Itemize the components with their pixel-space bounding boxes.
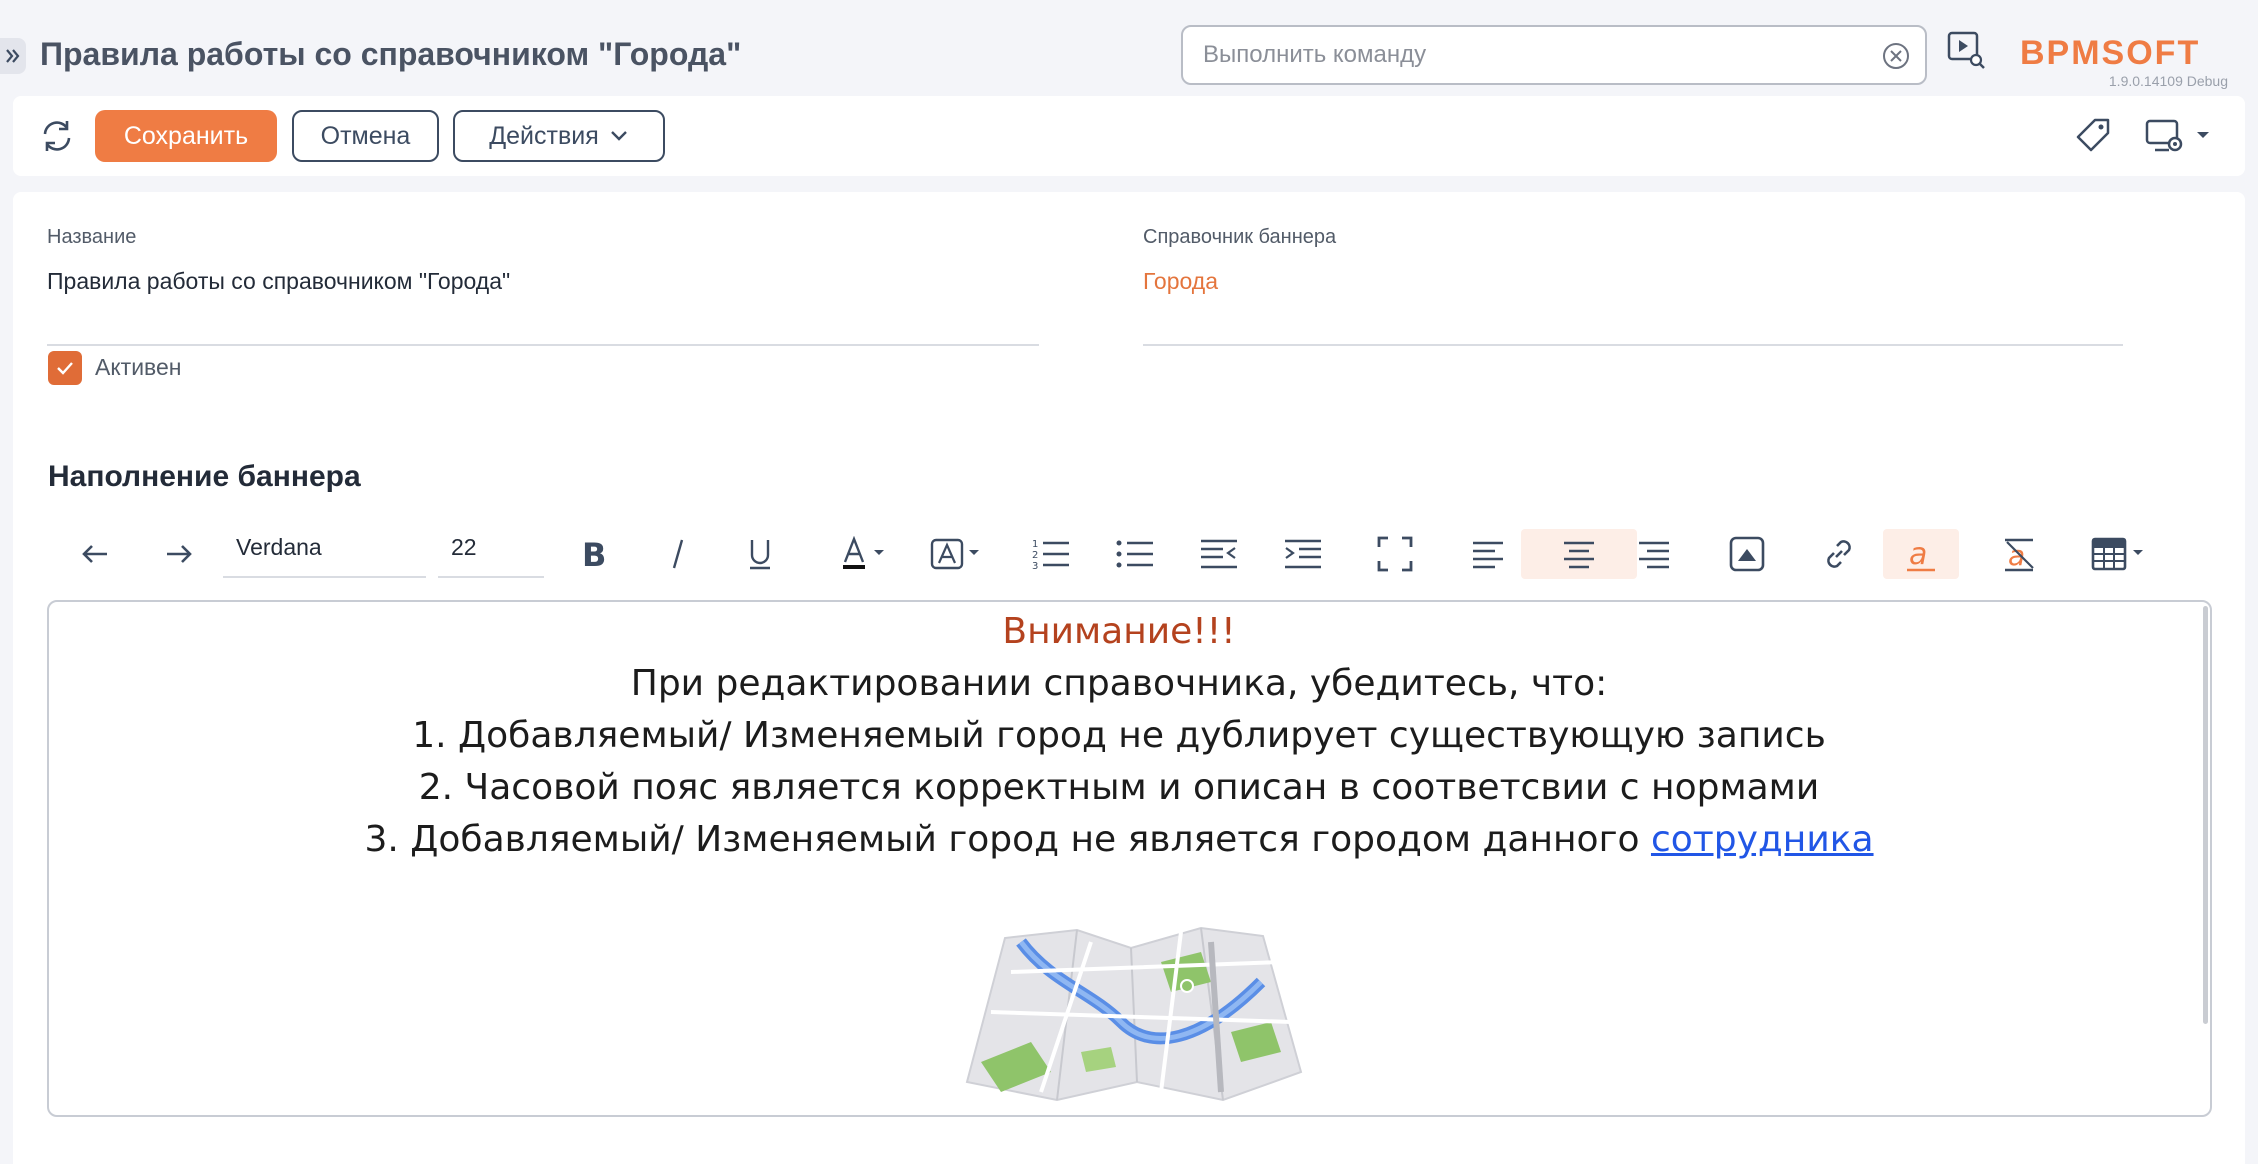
background-color-icon bbox=[930, 538, 979, 570]
outdent-button[interactable] bbox=[1189, 529, 1249, 579]
align-left-icon bbox=[1473, 541, 1503, 569]
map-image bbox=[965, 926, 1303, 1102]
indent-icon bbox=[1285, 539, 1321, 569]
outdent-icon bbox=[1201, 539, 1237, 569]
font-color-button[interactable] bbox=[833, 529, 905, 579]
clear-format-icon: a bbox=[2005, 538, 2034, 572]
warning-line: Внимание!!! bbox=[1002, 611, 1236, 652]
svg-text:1: 1 bbox=[1032, 539, 1038, 550]
fullscreen-button[interactable] bbox=[1365, 529, 1425, 579]
video-search-icon[interactable] bbox=[1946, 30, 1986, 70]
fullscreen-icon bbox=[1377, 536, 1413, 572]
chevron-down-icon bbox=[610, 131, 627, 141]
name-underline bbox=[47, 344, 1039, 346]
insert-link-button[interactable] bbox=[1809, 529, 1869, 579]
header: Правила работы со справочником "Города" … bbox=[0, 0, 2258, 96]
table-icon bbox=[2091, 537, 2143, 571]
record-card: Название Правила работы со справочником … bbox=[13, 192, 2245, 1164]
rule-line-2: 2. Часовой пояс является корректным и оп… bbox=[418, 767, 1820, 808]
font-family-select[interactable]: Verdana bbox=[223, 526, 426, 578]
text-highlight-button[interactable]: a bbox=[1883, 529, 1959, 579]
actions-button[interactable]: Действия bbox=[453, 110, 665, 162]
align-right-icon bbox=[1639, 541, 1669, 569]
active-checkbox[interactable] bbox=[48, 351, 82, 385]
undo-button[interactable] bbox=[65, 529, 125, 579]
page-title: Правила работы со справочником "Города" bbox=[40, 36, 742, 72]
numbered-list-button[interactable]: 1 2 3 bbox=[1021, 529, 1081, 579]
italic-button[interactable] bbox=[653, 529, 703, 579]
undo-icon bbox=[82, 545, 107, 563]
editor-content[interactable]: Внимание!!! При редактировании справочни… bbox=[49, 606, 2189, 866]
svg-text:2: 2 bbox=[1032, 550, 1038, 561]
underline-icon bbox=[750, 540, 770, 570]
bold-icon: B bbox=[582, 537, 606, 571]
image-icon bbox=[1729, 536, 1765, 572]
svg-text:3: 3 bbox=[1032, 561, 1038, 571]
rule-line-3-text: 3. Добавляемый/ Изменяемый город не явля… bbox=[364, 819, 1651, 860]
svg-text:a: a bbox=[1909, 537, 1927, 572]
svg-text:B: B bbox=[582, 537, 606, 571]
name-label: Название bbox=[47, 226, 137, 248]
bold-button[interactable]: B bbox=[569, 529, 619, 579]
align-left-button[interactable] bbox=[1459, 529, 1519, 579]
tag-icon[interactable] bbox=[2073, 116, 2113, 156]
bullet-list-button[interactable] bbox=[1105, 529, 1165, 579]
numbered-list-icon: 1 2 3 bbox=[1032, 539, 1069, 571]
lookup-underline bbox=[1143, 344, 2123, 346]
font-color-icon bbox=[843, 536, 884, 569]
active-label: Активен bbox=[95, 354, 182, 380]
indent-button[interactable] bbox=[1273, 529, 1333, 579]
align-center-button[interactable] bbox=[1521, 529, 1637, 579]
name-input[interactable]: Правила работы со справочником "Города" bbox=[47, 268, 510, 295]
check-icon bbox=[57, 362, 73, 375]
expand-icon bbox=[6, 49, 20, 63]
underline-button[interactable] bbox=[735, 529, 785, 579]
command-input[interactable] bbox=[1203, 27, 1863, 83]
bpmsoft-logo: BPMSOFT bbox=[2020, 34, 2200, 72]
employee-link[interactable]: сотрудника bbox=[1651, 819, 1874, 860]
svg-text:a: a bbox=[2008, 539, 2025, 572]
editor-scrollbar[interactable] bbox=[2203, 606, 2208, 1024]
intro-line: При редактировании справочника, убедитес… bbox=[630, 663, 1608, 704]
rule-line-3: 3. Добавляемый/ Изменяемый город не явля… bbox=[49, 814, 2189, 866]
version-label: 1.9.0.14109 Debug bbox=[2108, 73, 2228, 89]
lookup-label: Справочник баннера bbox=[1143, 226, 1337, 248]
screen-settings-icon[interactable] bbox=[2143, 116, 2223, 156]
rule-line-1: 1. Добавляемый/ Изменяемый город не дубл… bbox=[412, 715, 1826, 756]
refresh-icon[interactable] bbox=[39, 118, 75, 154]
name-field: Название Правила работы со справочником … bbox=[47, 226, 1039, 356]
svg-text:BPMSOFT: BPMSOFT bbox=[2020, 34, 2200, 72]
redo-icon bbox=[167, 545, 192, 563]
banner-editor[interactable]: Внимание!!! При редактировании справочни… bbox=[47, 600, 2212, 1117]
italic-icon bbox=[672, 539, 684, 569]
expand-sidebar-button[interactable] bbox=[0, 38, 26, 74]
cancel-button[interactable]: Отмена bbox=[292, 110, 439, 162]
align-right-button[interactable] bbox=[1623, 529, 1683, 579]
align-center-icon bbox=[1564, 541, 1594, 569]
clear-icon[interactable] bbox=[1881, 41, 1911, 71]
actions-button-label: Действия bbox=[489, 121, 599, 150]
link-icon bbox=[1827, 540, 1851, 568]
font-size-select[interactable]: 22 bbox=[438, 526, 544, 578]
command-box bbox=[1181, 25, 1927, 85]
insert-image-button[interactable] bbox=[1717, 529, 1777, 579]
bullet-list-icon bbox=[1116, 540, 1153, 568]
clear-format-button[interactable]: a bbox=[1989, 529, 2049, 579]
lookup-field: Справочник баннера Города bbox=[1143, 226, 2123, 356]
redo-button[interactable] bbox=[149, 529, 209, 579]
action-toolbar: Сохранить Отмена Действия bbox=[13, 96, 2245, 176]
save-button[interactable]: Сохранить bbox=[95, 110, 277, 162]
section-title: Наполнение баннера bbox=[48, 460, 361, 493]
insert-table-button[interactable] bbox=[2083, 529, 2159, 579]
text-highlight-icon: a bbox=[1907, 537, 1935, 572]
lookup-link[interactable]: Города bbox=[1143, 268, 1218, 295]
background-color-button[interactable] bbox=[923, 529, 995, 579]
